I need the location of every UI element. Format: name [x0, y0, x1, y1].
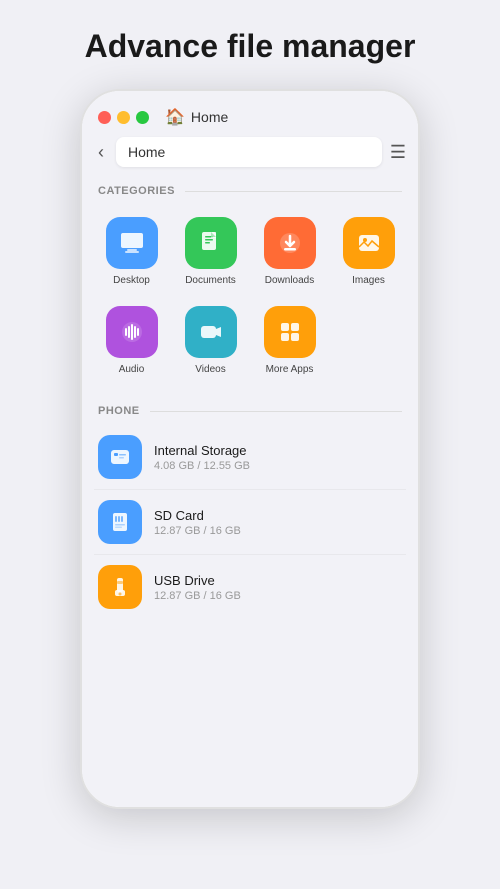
category-audio[interactable]: Audio [94, 298, 169, 383]
maximize-button[interactable] [136, 111, 149, 124]
category-videos[interactable]: Videos [173, 298, 248, 383]
images-icon [343, 217, 395, 269]
home-icon: 🏠 [165, 107, 185, 127]
phone-section-header: PHONE [82, 395, 418, 425]
storage-item-internal[interactable]: Internal Storage 4.08 GB / 12.55 GB [94, 425, 406, 490]
category-images[interactable]: Images [331, 209, 406, 294]
phone-label: PHONE [98, 405, 140, 417]
images-label: Images [352, 275, 385, 286]
downloads-icon [264, 217, 316, 269]
categories-section-header: CATEGORIES [82, 175, 418, 205]
phone-inner: 🏠 Home ‹ Home ☰ CATEGORIES [82, 91, 418, 807]
sdcard-info: SD Card 12.87 GB / 16 GB [154, 508, 241, 537]
videos-label: Videos [195, 364, 225, 375]
back-button[interactable]: ‹ [94, 140, 108, 165]
audio-icon [106, 306, 158, 358]
categories-label: CATEGORIES [98, 185, 175, 197]
home-title: 🏠 Home [165, 107, 228, 127]
videos-icon [185, 306, 237, 358]
category-documents[interactable]: Documents [173, 209, 248, 294]
usb-icon [98, 565, 142, 609]
more-apps-icon [264, 306, 316, 358]
minimize-button[interactable] [117, 111, 130, 124]
desktop-label: Desktop [113, 275, 150, 286]
list-view-icon[interactable]: ☰ [390, 142, 406, 163]
audio-label: Audio [119, 364, 145, 375]
sdcard-size: 12.87 GB / 16 GB [154, 525, 241, 537]
internal-storage-size: 4.08 GB / 12.55 GB [154, 460, 250, 472]
documents-label: Documents [185, 275, 236, 286]
internal-storage-name: Internal Storage [154, 443, 250, 458]
close-button[interactable] [98, 111, 111, 124]
scroll-content: CATEGORIES Desktop [82, 175, 418, 807]
storage-item-sdcard[interactable]: SD Card 12.87 GB / 16 GB [94, 490, 406, 555]
storage-item-usb[interactable]: USB Drive 12.87 GB / 16 GB [94, 555, 406, 619]
more-apps-label: More Apps [266, 364, 314, 375]
usb-size: 12.87 GB / 16 GB [154, 590, 241, 602]
categories-divider [185, 191, 402, 192]
search-row: ‹ Home ☰ [82, 133, 418, 175]
title-bar: 🏠 Home [82, 91, 418, 133]
page-title: Advance file manager [85, 28, 416, 65]
category-downloads[interactable]: Downloads [252, 209, 327, 294]
usb-info: USB Drive 12.87 GB / 16 GB [154, 573, 241, 602]
category-grid: Desktop Documents [82, 205, 418, 395]
internal-storage-icon [98, 435, 142, 479]
documents-icon [185, 217, 237, 269]
category-more-apps[interactable]: More Apps [252, 298, 327, 383]
phone-divider [150, 411, 402, 412]
sdcard-name: SD Card [154, 508, 241, 523]
usb-name: USB Drive [154, 573, 241, 588]
storage-list: Internal Storage 4.08 GB / 12.55 GB [82, 425, 418, 619]
category-desktop[interactable]: Desktop [94, 209, 169, 294]
traffic-lights [98, 111, 149, 124]
search-bar[interactable]: Home [116, 137, 382, 167]
phone-frame: 🏠 Home ‹ Home ☰ CATEGORIES [80, 89, 420, 809]
home-label: Home [191, 109, 228, 125]
downloads-label: Downloads [265, 275, 314, 286]
desktop-icon [106, 217, 158, 269]
internal-storage-info: Internal Storage 4.08 GB / 12.55 GB [154, 443, 250, 472]
sdcard-icon [98, 500, 142, 544]
